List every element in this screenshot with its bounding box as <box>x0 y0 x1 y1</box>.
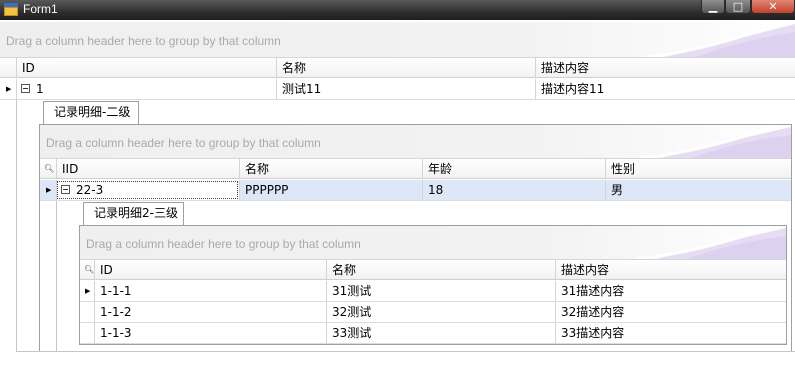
search-icon[interactable]: 🔍︎ <box>84 265 94 274</box>
minimize-button[interactable]: ▁ <box>701 0 725 14</box>
header-swoosh-graphic <box>635 226 786 259</box>
cell-description[interactable]: 33描述内容 <box>555 323 786 343</box>
app-icon <box>4 3 18 16</box>
column-header-name[interactable]: 名称 <box>239 159 422 178</box>
collapse-row-icon[interactable] <box>61 185 70 194</box>
column-header-row-level2: 🔍︎ IID 名称 年龄 性别 <box>40 158 791 179</box>
cell-id[interactable]: 1-1-3 <box>94 323 326 343</box>
column-header-iid[interactable]: IID <box>56 159 239 178</box>
title-bar[interactable]: Form1 ▁ □ ✕ <box>0 0 795 20</box>
cell-id[interactable]: 1-1-2 <box>94 302 326 322</box>
cell-id[interactable]: 1-1-1 <box>94 281 326 301</box>
cell-name[interactable]: 测试11 <box>276 79 535 99</box>
cell-description[interactable]: 32描述内容 <box>555 302 786 322</box>
row-indicator-arrow-icon: ▶ <box>85 287 91 295</box>
column-header-description[interactable]: 描述内容 <box>535 58 795 77</box>
column-header-row-level3: 🔍︎ ID 名称 描述内容 <box>80 259 786 280</box>
header-swoosh-graphic <box>644 22 795 57</box>
group-panel-level2[interactable]: Drag a column header here to group by th… <box>40 125 791 158</box>
table-row[interactable]: ▶ 22-3 PPPPPP 18 男 <box>40 180 791 201</box>
window-title: Form1 <box>23 2 58 16</box>
tab-detail-level3[interactable]: 记录明细2-三级 <box>83 202 184 226</box>
cell-id[interactable]: 1 <box>31 79 276 99</box>
cell-iid[interactable]: 22-3 <box>56 180 239 200</box>
header-swoosh-graphic <box>640 125 791 158</box>
column-header-gender[interactable]: 性别 <box>605 159 791 178</box>
column-header-id[interactable]: ID <box>94 260 326 279</box>
cell-description[interactable]: 31描述内容 <box>555 281 786 301</box>
cell-name[interactable]: PPPPPP <box>239 180 422 200</box>
grid-bottom-border <box>16 351 795 352</box>
group-hint-level1: Drag a column header here to group by th… <box>6 34 281 48</box>
group-hint-level2: Drag a column header here to group by th… <box>46 136 321 150</box>
cell-age[interactable]: 18 <box>422 180 605 200</box>
cell-description[interactable]: 描述内容11 <box>535 79 795 99</box>
table-row[interactable]: ▶ 1 测试11 描述内容11 <box>0 79 795 100</box>
cell-name[interactable]: 32测试 <box>326 302 555 322</box>
column-header-row-level1: ID 名称 描述内容 <box>0 57 795 78</box>
search-icon[interactable]: 🔍︎ <box>44 164 54 173</box>
column-header-name[interactable]: 名称 <box>276 58 535 77</box>
column-header-id[interactable]: ID <box>16 58 276 77</box>
table-row[interactable]: 1-1-2 32测试 32描述内容 <box>80 302 786 323</box>
group-hint-level3: Drag a column header here to group by th… <box>86 237 361 251</box>
row-indicator-arrow-icon: ▶ <box>6 85 12 93</box>
close-button[interactable]: ✕ <box>751 0 795 14</box>
tab-detail-level2[interactable]: 记录明细-二级 <box>43 101 139 125</box>
table-row[interactable]: 1-1-3 33测试 33描述内容 <box>80 323 786 344</box>
cell-name[interactable]: 33测试 <box>326 323 555 343</box>
maximize-button[interactable]: □ <box>725 0 751 14</box>
column-header-description[interactable]: 描述内容 <box>555 260 786 279</box>
column-header-name[interactable]: 名称 <box>326 260 555 279</box>
detail-indent-line <box>56 201 57 351</box>
cell-gender[interactable]: 男 <box>605 180 791 200</box>
cell-name[interactable]: 31测试 <box>326 281 555 301</box>
column-header-age[interactable]: 年龄 <box>422 159 605 178</box>
collapse-row-icon[interactable] <box>21 84 30 93</box>
table-row[interactable]: ▶ 1-1-1 31测试 31描述内容 <box>80 281 786 302</box>
group-panel-level3[interactable]: Drag a column header here to group by th… <box>80 226 786 259</box>
row-indicator-arrow-icon: ▶ <box>46 186 52 194</box>
detail-indent-line <box>16 100 17 352</box>
group-panel-level1[interactable]: Drag a column header here to group by th… <box>0 22 795 57</box>
